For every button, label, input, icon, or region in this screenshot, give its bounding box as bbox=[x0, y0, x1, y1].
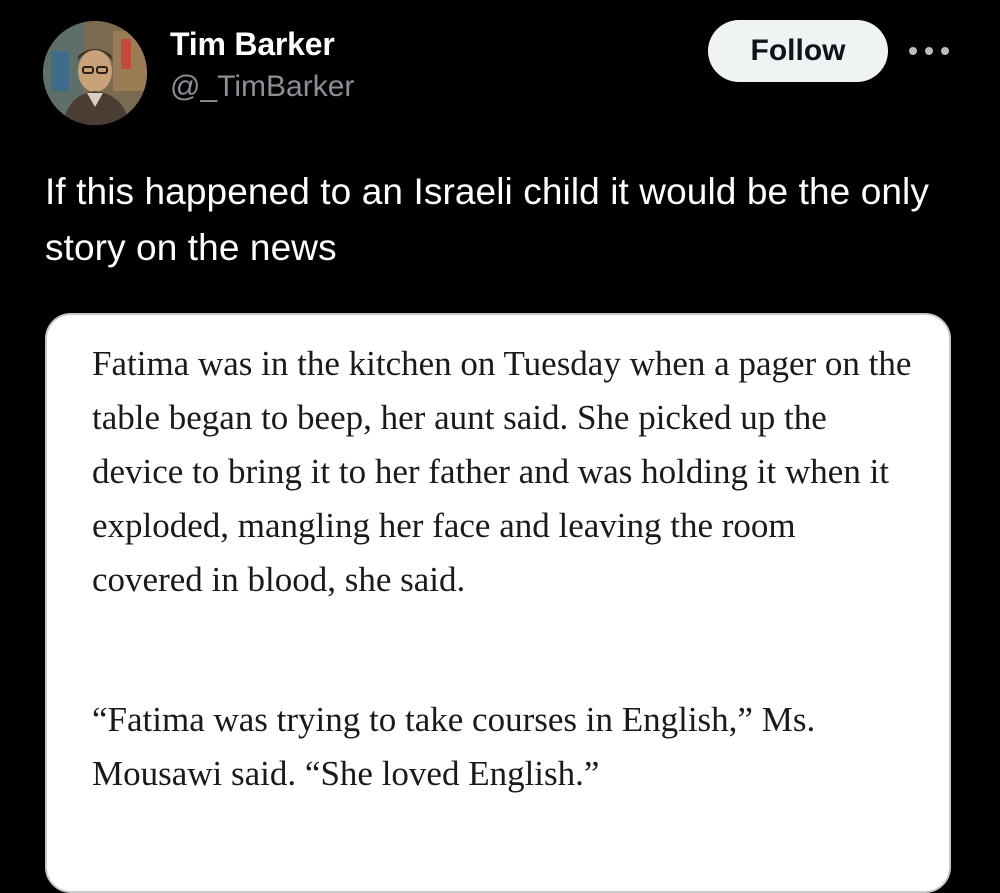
author-display-name[interactable]: Tim Barker bbox=[170, 22, 354, 66]
tweet: Tim Barker @_TimBarker Follow If this ha… bbox=[0, 0, 1000, 893]
author-handle[interactable]: @_TimBarker bbox=[170, 67, 354, 107]
more-options-button[interactable] bbox=[904, 36, 954, 66]
painted-portrait-avatar-icon bbox=[43, 21, 147, 125]
tweet-text: If this happened to an Israeli child it … bbox=[45, 171, 929, 268]
quoted-article-screenshot[interactable]: Fatima was in the kitchen on Tuesday whe… bbox=[45, 313, 951, 893]
quote-paragraph: “Fatima was trying to take courses in En… bbox=[92, 700, 816, 793]
follow-button[interactable]: Follow bbox=[708, 20, 888, 82]
author-avatar[interactable] bbox=[43, 21, 147, 125]
more-horizontal-icon bbox=[909, 47, 949, 55]
author-info: Tim Barker @_TimBarker bbox=[170, 22, 354, 107]
quote-paragraph: Fatima was in the kitchen on Tuesday whe… bbox=[92, 344, 912, 599]
